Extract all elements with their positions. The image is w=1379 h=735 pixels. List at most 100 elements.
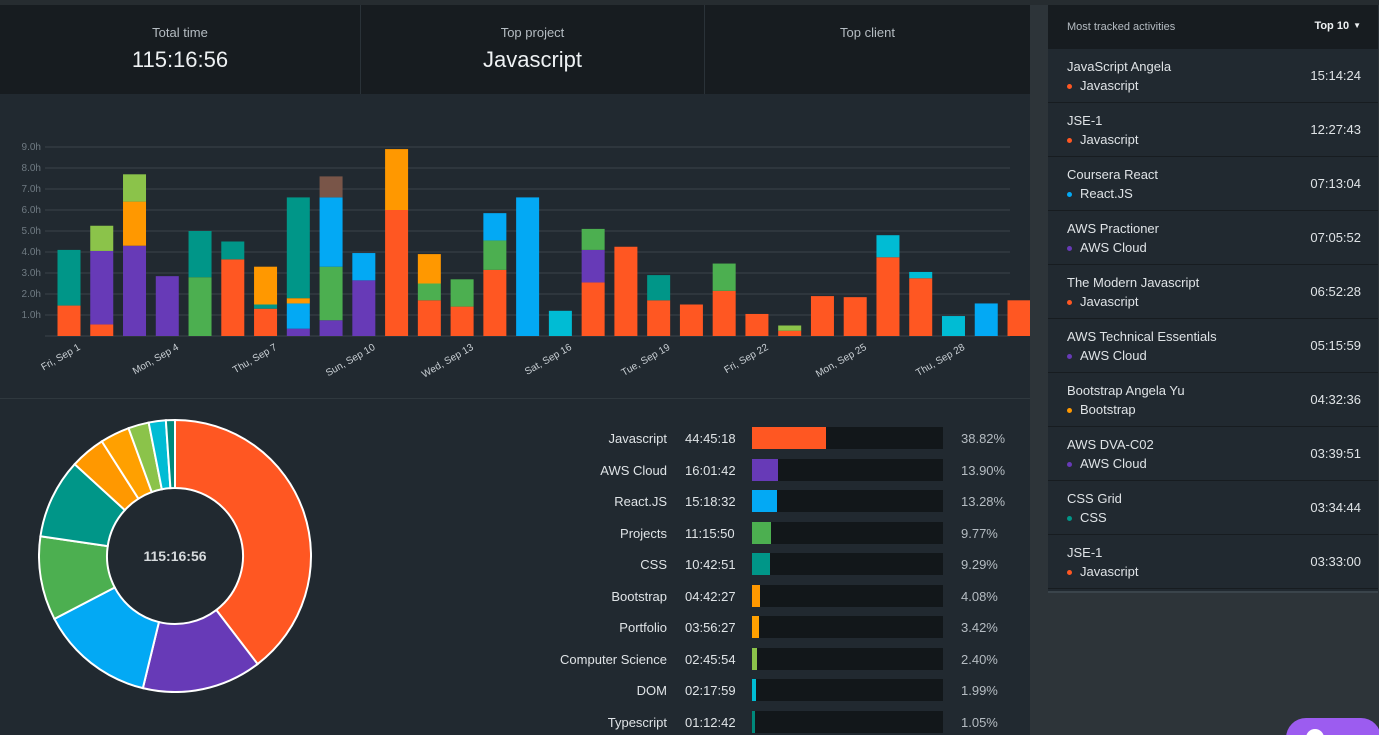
bar-segment[interactable]: [1007, 300, 1031, 336]
bar-segment[interactable]: [221, 241, 245, 260]
bar-segment[interactable]: [319, 176, 343, 198]
activity-name: JSE-1: [1067, 113, 1103, 128]
bar-segment[interactable]: [810, 296, 834, 336]
bar-segment[interactable]: [254, 266, 278, 305]
top-filter-dropdown[interactable]: Top 10 ▼: [1314, 20, 1361, 32]
bar-segment[interactable]: [516, 197, 540, 336]
bar-segment[interactable]: [745, 313, 769, 336]
bar-segment[interactable]: [843, 297, 867, 336]
activity-item[interactable]: The Modern Javascript Javascript 06:52:28: [1048, 265, 1378, 319]
project-row: Portfolio 03:56:27 3.42%: [520, 612, 1020, 644]
bar-segment[interactable]: [417, 283, 441, 301]
bar-segment[interactable]: [909, 278, 933, 336]
bar-segment[interactable]: [57, 249, 81, 306]
bar-segment[interactable]: [548, 310, 572, 336]
bar-segment[interactable]: [319, 266, 343, 321]
total-time-value: 115:16:56: [131, 47, 229, 72]
project-time: 02:17:59: [685, 683, 736, 698]
activity-item[interactable]: AWS DVA-C02 AWS Cloud 03:39:51: [1048, 427, 1378, 481]
bar-segment[interactable]: [974, 303, 998, 336]
project-name: CSS: [640, 557, 667, 572]
bar-segment[interactable]: [712, 263, 736, 291]
bar-segment[interactable]: [909, 271, 933, 279]
activity-item[interactable]: AWS Practioner AWS Cloud 07:05:52: [1048, 211, 1378, 265]
bar-segment[interactable]: [254, 304, 278, 309]
bar-segment[interactable]: [876, 257, 900, 336]
project-bar-fill: [752, 616, 759, 638]
activity-item[interactable]: Coursera React React.JS 07:13:04: [1048, 157, 1378, 211]
project-breakdown: 115:16:56 Javascript 44:45:18 38.82% AWS Cl…: [0, 401, 1030, 735]
bar-segment[interactable]: [581, 228, 605, 250]
bar-segment[interactable]: [57, 305, 81, 336]
activity-name: JSE-1: [1067, 545, 1103, 560]
bar-segment[interactable]: [155, 276, 179, 336]
summary-bar: Total time 115:16:56 Top project Javascr…: [0, 5, 1030, 94]
bar-segment[interactable]: [941, 316, 965, 336]
bar-segment[interactable]: [483, 213, 507, 241]
x-tick-label: Tue, Sep 19: [620, 342, 673, 379]
bar-segment[interactable]: [90, 250, 114, 325]
bar-segment[interactable]: [385, 210, 409, 336]
bar-segment[interactable]: [417, 300, 441, 336]
bar-segment[interactable]: [647, 300, 671, 336]
activity-item[interactable]: JSE-1 Javascript 12:27:43: [1048, 103, 1378, 157]
bar-segment[interactable]: [286, 298, 310, 304]
project-bar-fill: [752, 521, 771, 544]
bar-segment[interactable]: [188, 231, 212, 278]
project-bar-fill: [752, 553, 770, 575]
bar-segment[interactable]: [614, 246, 638, 336]
activity-name: AWS Practioner: [1067, 221, 1159, 236]
project-name: Portfolio: [619, 620, 667, 635]
bar-segment[interactable]: [123, 201, 147, 246]
bar-segment[interactable]: [712, 290, 736, 336]
bar-segment[interactable]: [778, 325, 802, 331]
bar-segment[interactable]: [352, 253, 376, 281]
bar-segment[interactable]: [581, 282, 605, 336]
bar-segment[interactable]: [778, 330, 802, 336]
bar-segment[interactable]: [417, 254, 441, 284]
project-row: Computer Science 02:45:54 2.40%: [520, 644, 1020, 676]
project-percent: 1.05%: [961, 714, 998, 730]
bar-segment[interactable]: [286, 197, 310, 299]
bar-segment[interactable]: [286, 328, 310, 336]
project-bar-fill: [752, 490, 778, 512]
help-chat-button[interactable]: [1286, 718, 1379, 735]
bar-segment[interactable]: [647, 275, 671, 301]
project-row: AWS Cloud 16:01:42 13.90%: [520, 455, 1020, 487]
bar-segment[interactable]: [319, 197, 343, 267]
project-color-dot-icon: [1067, 246, 1072, 251]
activity-item[interactable]: CSS Grid CSS 03:34:44: [1048, 481, 1378, 535]
project-bar-track: [752, 458, 943, 481]
bar-segment[interactable]: [188, 277, 212, 336]
bar-segment[interactable]: [123, 174, 147, 202]
bar-segment[interactable]: [286, 303, 310, 329]
bar-segment[interactable]: [679, 304, 703, 337]
bar-segment[interactable]: [876, 235, 900, 258]
activity-item[interactable]: Bootstrap Angela Yu Bootstrap 04:32:36: [1048, 373, 1378, 427]
chat-icon: [1306, 729, 1324, 735]
bar-segment[interactable]: [123, 245, 147, 336]
y-tick-label: 8.0h: [22, 163, 41, 174]
bar-segment[interactable]: [221, 259, 245, 336]
bar-segment[interactable]: [319, 320, 343, 336]
bar-segment[interactable]: [254, 308, 278, 336]
bar-segment[interactable]: [483, 240, 507, 270]
bar-segment[interactable]: [450, 279, 474, 307]
bar-segment[interactable]: [450, 306, 474, 336]
bar-segment[interactable]: [581, 249, 605, 283]
bar-segment[interactable]: [90, 324, 114, 336]
project-color-dot-icon: [1067, 516, 1072, 521]
activity-project: CSS: [1080, 510, 1107, 525]
x-tick-label: Sun, Sep 10: [324, 342, 378, 379]
activity-time: 12:27:43: [1310, 122, 1361, 137]
project-name: AWS Cloud: [600, 462, 667, 478]
activity-project: Javascript: [1080, 564, 1139, 579]
activity-item[interactable]: AWS Technical Essentials AWS Cloud 05:15:5…: [1048, 319, 1378, 373]
bar-segment[interactable]: [483, 269, 507, 336]
y-tick-label: 6.0h: [22, 205, 41, 216]
activity-item[interactable]: JavaScript Angela Javascript 15:14:24: [1048, 49, 1378, 103]
activity-item[interactable]: JSE-1 Javascript 03:33:00: [1048, 535, 1378, 589]
bar-segment[interactable]: [385, 149, 409, 210]
bar-segment[interactable]: [90, 225, 114, 251]
bar-segment[interactable]: [352, 280, 376, 336]
